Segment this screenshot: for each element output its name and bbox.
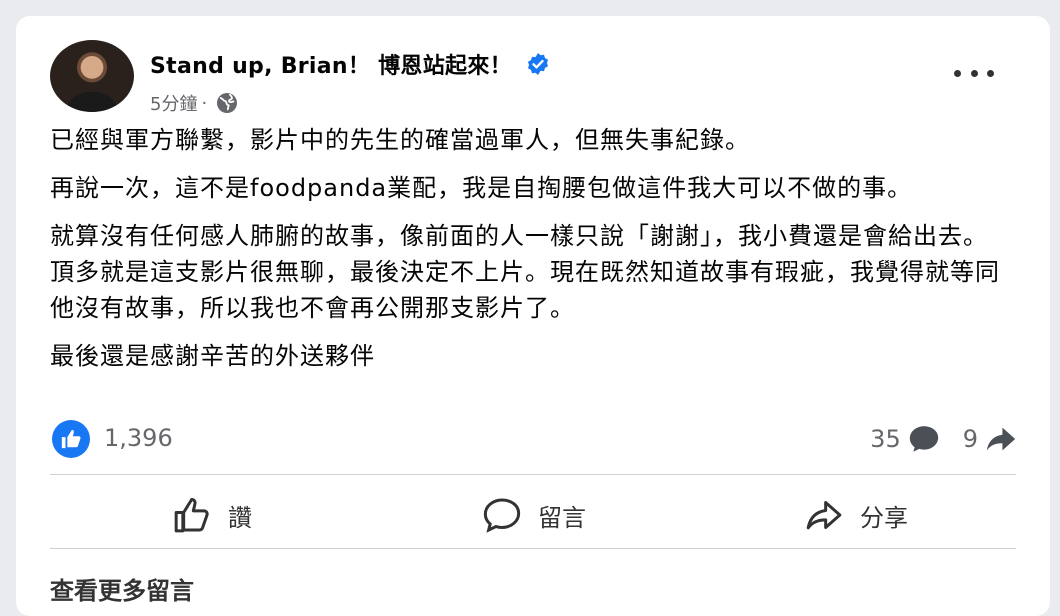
verified-badge-icon [527,53,548,75]
author-line: Stand up, Brian！ 博恩站起來！ [150,48,550,80]
post-meta: 5分鐘 · [150,90,239,116]
post-paragraph: 最後還是感謝辛苦的外送夥伴 [50,342,375,370]
share-arrow-icon [806,501,842,530]
action-bar: 讚 留言 分享 [50,484,1016,546]
see-more-comments-link[interactable]: 查看更多留言 [50,571,194,606]
comment-label: 留言 [538,503,586,532]
post-body: 已經與軍方聯繫，影片中的先生的確當過軍人，但無失事紀錄。 再說一次，這不是foo… [50,122,1010,386]
like-count[interactable]: 1,396 [104,424,173,452]
share-button[interactable]: 分享 [694,484,1016,546]
post-header: Stand up, Brian！ 博恩站起來！ 5分鐘 · [50,40,1030,120]
share-icon [986,427,1016,451]
post-paragraph: 再說一次，這不是foodpanda業配，我是自掏腰包做這件我大可以不做的事。 [50,174,913,202]
share-count[interactable]: 9 [963,425,978,453]
post-time[interactable]: 5分鐘 [150,90,197,116]
comment-bubble-icon [483,498,521,533]
meta-separator: · [201,92,208,114]
like-button[interactable]: 讚 [50,484,372,546]
comment-button[interactable]: 留言 [372,484,694,546]
like-reaction-icon[interactable] [52,420,90,458]
divider [50,548,1016,549]
divider [50,474,1016,475]
globe-icon [217,93,238,113]
comment-icon [909,426,938,452]
author-name[interactable]: Stand up, Brian！ 博恩站起來！ [150,48,512,80]
like-label: 讚 [228,503,252,532]
post-paragraph: 就算沒有任何感人肺腑的故事，像前面的人一樣只說「謝謝」，我小費還是會給出去。頂多… [50,222,1000,322]
share-label: 分享 [860,503,908,532]
thumbs-up-icon [174,498,209,533]
post-card: Stand up, Brian！ 博恩站起來！ 5分鐘 · 已經與軍方聯繫，影片… [16,16,1050,616]
post-stats: 1,396 35 9 [52,420,1018,458]
post-paragraph: 已經與軍方聯繫，影片中的先生的確當過軍人，但無失事紀錄。 [50,126,750,154]
more-options-icon[interactable] [954,58,994,88]
comment-count[interactable]: 35 [870,425,901,453]
engagement-counts: 35 9 [870,422,1018,456]
author-avatar[interactable] [50,40,134,112]
